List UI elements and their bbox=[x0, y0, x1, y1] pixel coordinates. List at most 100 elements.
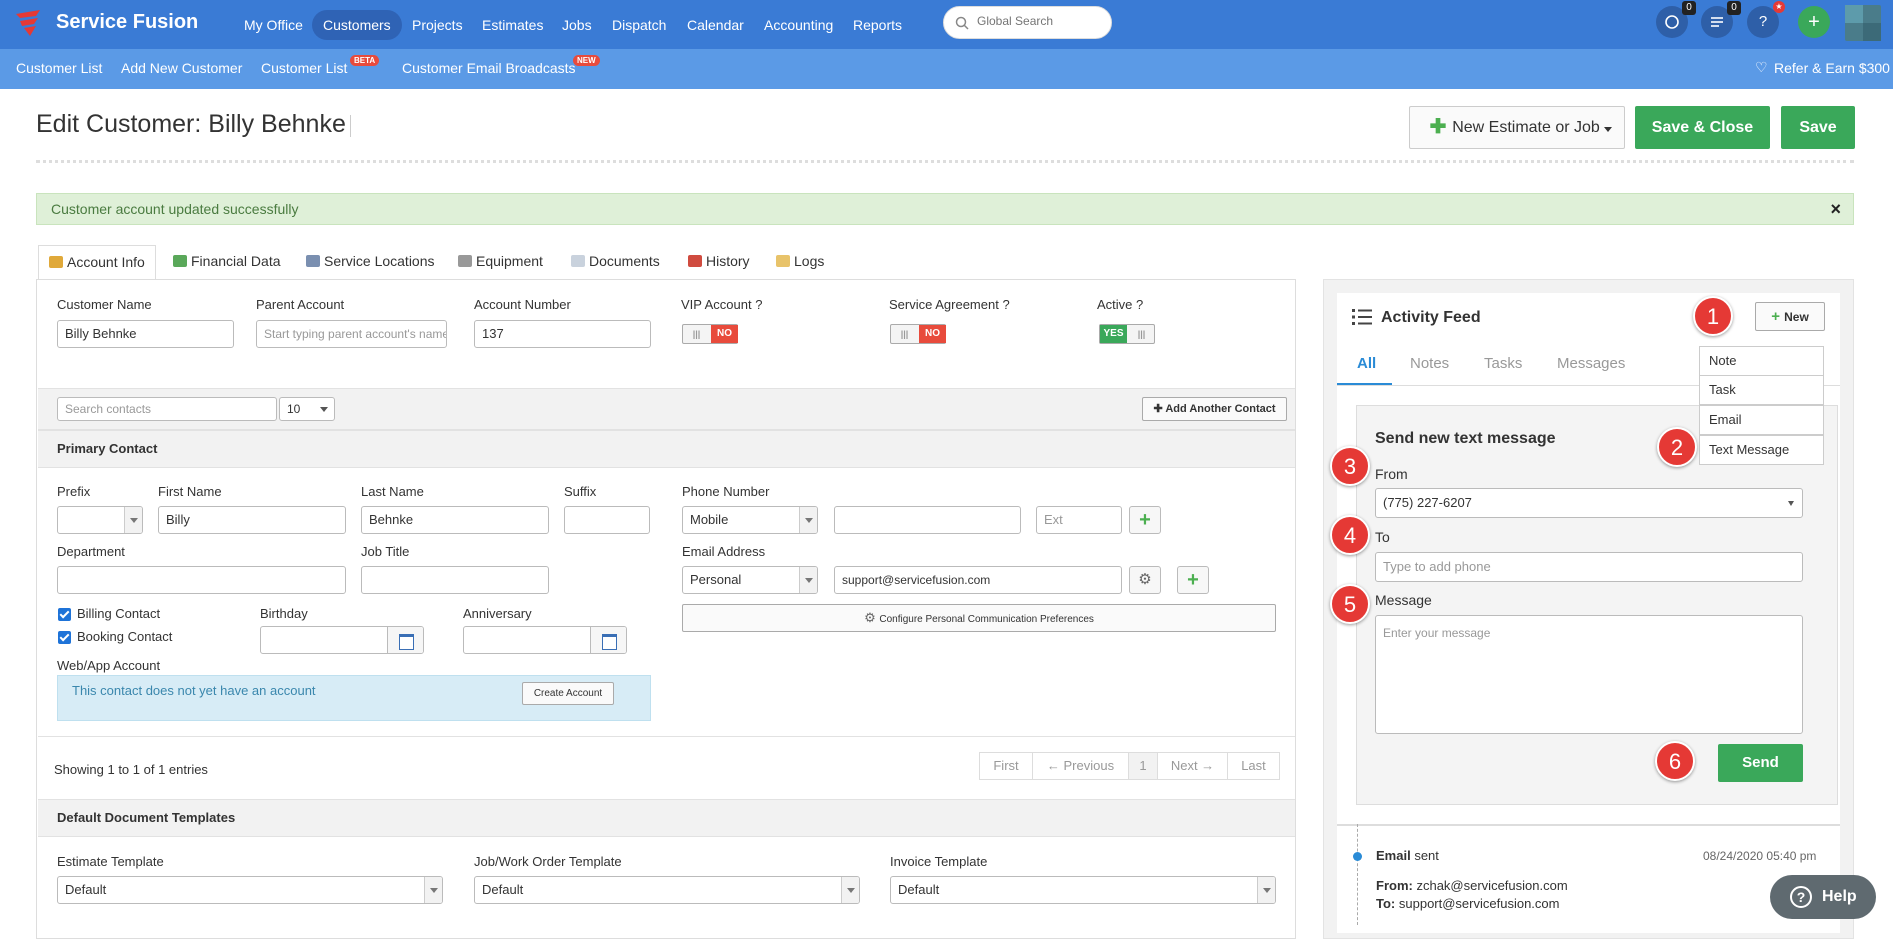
calendar-icon[interactable] bbox=[387, 627, 423, 653]
pager-first[interactable]: First bbox=[979, 752, 1033, 780]
global-search-box[interactable] bbox=[943, 6, 1112, 39]
message-label: Message bbox=[1375, 592, 1432, 608]
tab-account-info[interactable]: Account Info bbox=[38, 245, 156, 280]
pager-page-1[interactable]: 1 bbox=[1128, 752, 1158, 780]
suffix-field[interactable] bbox=[564, 506, 650, 534]
birthday-field[interactable] bbox=[260, 626, 424, 654]
suffix-label: Suffix bbox=[564, 484, 597, 499]
pager-previous[interactable]: ← Previous bbox=[1032, 752, 1129, 780]
nav-estimates[interactable]: Estimates bbox=[471, 10, 554, 40]
anniversary-field[interactable] bbox=[463, 626, 627, 654]
phone-number-label: Phone Number bbox=[682, 484, 770, 499]
job-template-select[interactable]: Default bbox=[474, 876, 860, 904]
tab-service-locations[interactable]: Service Locations bbox=[296, 245, 445, 280]
phone-ext-field[interactable]: Ext bbox=[1036, 506, 1122, 534]
toggle-grip: ||| bbox=[900, 329, 909, 339]
subnav-customer-list[interactable]: Customer List bbox=[16, 60, 102, 76]
nav-dispatch[interactable]: Dispatch bbox=[601, 10, 677, 40]
phone-type-select[interactable]: Mobile bbox=[682, 506, 818, 534]
message-textarea[interactable]: Enter your message bbox=[1375, 615, 1803, 734]
to-phone-input[interactable]: Type to add phone bbox=[1375, 552, 1803, 582]
nav-accounting[interactable]: Accounting bbox=[753, 10, 844, 40]
from-phone-select[interactable]: (775) 227-6207 bbox=[1375, 488, 1803, 518]
prefix-select[interactable] bbox=[57, 506, 143, 534]
add-phone-button[interactable]: + bbox=[1129, 506, 1161, 534]
active-toggle[interactable]: YES ||| bbox=[1099, 324, 1155, 344]
gear-icon: ⚙ bbox=[864, 610, 880, 625]
subnav-customer-list-beta[interactable]: Customer List bbox=[261, 60, 347, 76]
first-name-label: First Name bbox=[158, 484, 222, 499]
tab-label: Logs bbox=[794, 253, 825, 269]
avatar[interactable] bbox=[1845, 5, 1881, 41]
department-field[interactable] bbox=[57, 566, 346, 594]
add-another-contact-button[interactable]: ✚ Add Another Contact bbox=[1142, 397, 1287, 421]
plus-icon: ✚ bbox=[1429, 116, 1447, 138]
email-settings-button[interactable]: ⚙ bbox=[1129, 566, 1161, 594]
search-contacts-input[interactable]: Search contacts bbox=[57, 397, 277, 421]
feed-tab-messages[interactable]: Messages bbox=[1557, 355, 1625, 372]
nav-jobs[interactable]: Jobs bbox=[551, 10, 603, 40]
vip-toggle-value: NO bbox=[711, 325, 738, 343]
plus-icon: + bbox=[1139, 509, 1151, 531]
invoice-template-label: Invoice Template bbox=[890, 854, 988, 869]
menu-item-task[interactable]: Task bbox=[1699, 375, 1824, 405]
subnav-add-new-customer[interactable]: Add New Customer bbox=[121, 60, 242, 76]
last-name-field[interactable]: Behnke bbox=[361, 506, 549, 534]
configure-communication-preferences-button[interactable]: ⚙ Configure Personal Communication Prefe… bbox=[682, 604, 1276, 632]
nav-projects[interactable]: Projects bbox=[401, 10, 474, 40]
parent-account-field[interactable]: Start typing parent account's name bbox=[256, 320, 447, 348]
page-size-select[interactable]: 10 bbox=[279, 397, 335, 421]
save-close-button[interactable]: Save & Close bbox=[1635, 106, 1770, 149]
new-estimate-or-job-button[interactable]: ✚ New Estimate or Job bbox=[1409, 106, 1625, 149]
to-label: To bbox=[1375, 529, 1390, 545]
phone-number-field[interactable] bbox=[834, 506, 1021, 534]
nav-calendar[interactable]: Calendar bbox=[676, 10, 755, 40]
nav-my-office[interactable]: My Office bbox=[233, 10, 314, 40]
pager-next[interactable]: Next → bbox=[1157, 752, 1228, 780]
send-button[interactable]: Send bbox=[1718, 744, 1803, 782]
quick-add-button[interactable]: + bbox=[1798, 6, 1830, 38]
account-number-field[interactable]: 137 bbox=[474, 320, 651, 348]
booking-contact-checkbox[interactable] bbox=[58, 631, 71, 644]
service-agreement-toggle[interactable]: ||| NO bbox=[890, 324, 946, 344]
job-title-field[interactable] bbox=[361, 566, 549, 594]
refer-earn-link[interactable]: Refer & Earn $300 bbox=[1774, 60, 1890, 76]
estimate-template-select[interactable]: Default bbox=[57, 876, 443, 904]
tab-history[interactable]: History bbox=[678, 245, 760, 280]
first-name-field[interactable]: Billy bbox=[158, 506, 346, 534]
new-activity-button[interactable]: + New bbox=[1755, 302, 1825, 331]
add-email-button[interactable]: + bbox=[1177, 566, 1209, 594]
nav-reports[interactable]: Reports bbox=[842, 10, 913, 40]
subnav-email-broadcasts[interactable]: Customer Email Broadcasts bbox=[402, 60, 576, 76]
invoice-template-value: Default bbox=[898, 882, 940, 897]
job-template-label: Job/Work Order Template bbox=[474, 854, 622, 869]
calendar-icon[interactable] bbox=[590, 627, 626, 653]
menu-item-text-message[interactable]: Text Message bbox=[1699, 435, 1824, 465]
tab-financial-data[interactable]: Financial Data bbox=[163, 245, 291, 280]
primary-contact-heading: Primary Contact bbox=[57, 441, 158, 456]
tab-equipment[interactable]: Equipment bbox=[448, 245, 553, 280]
chat-bubble-icon bbox=[1665, 15, 1679, 29]
close-alert-button[interactable]: × bbox=[1830, 194, 1841, 224]
help-button[interactable]: ? Help bbox=[1770, 875, 1876, 919]
feed-tab-notes[interactable]: Notes bbox=[1410, 355, 1449, 372]
invoice-template-select[interactable]: Default bbox=[890, 876, 1276, 904]
create-account-button[interactable]: Create Account bbox=[522, 682, 614, 705]
feed-tab-all[interactable]: All bbox=[1357, 355, 1376, 372]
email-field[interactable]: support@servicefusion.com bbox=[834, 566, 1122, 594]
email-type-select[interactable]: Personal bbox=[682, 566, 818, 594]
nav-customers[interactable]: Customers bbox=[312, 10, 402, 40]
menu-item-note[interactable]: Note bbox=[1699, 346, 1824, 376]
billing-contact-checkbox[interactable] bbox=[58, 608, 71, 621]
save-button[interactable]: Save bbox=[1781, 106, 1855, 149]
tab-documents[interactable]: Documents bbox=[561, 245, 670, 280]
page-size-value: 10 bbox=[287, 402, 301, 416]
tab-logs[interactable]: Logs bbox=[766, 245, 834, 280]
global-search-input[interactable] bbox=[977, 14, 1102, 28]
feed-tab-tasks[interactable]: Tasks bbox=[1484, 355, 1522, 372]
pager-last[interactable]: Last bbox=[1227, 752, 1280, 780]
vip-account-toggle[interactable]: ||| NO bbox=[682, 324, 738, 344]
customer-name-field[interactable]: Billy Behnke bbox=[57, 320, 234, 348]
menu-item-email[interactable]: Email bbox=[1699, 405, 1824, 435]
account-info-panel: Customer Name Billy Behnke Parent Accoun… bbox=[36, 279, 1296, 939]
